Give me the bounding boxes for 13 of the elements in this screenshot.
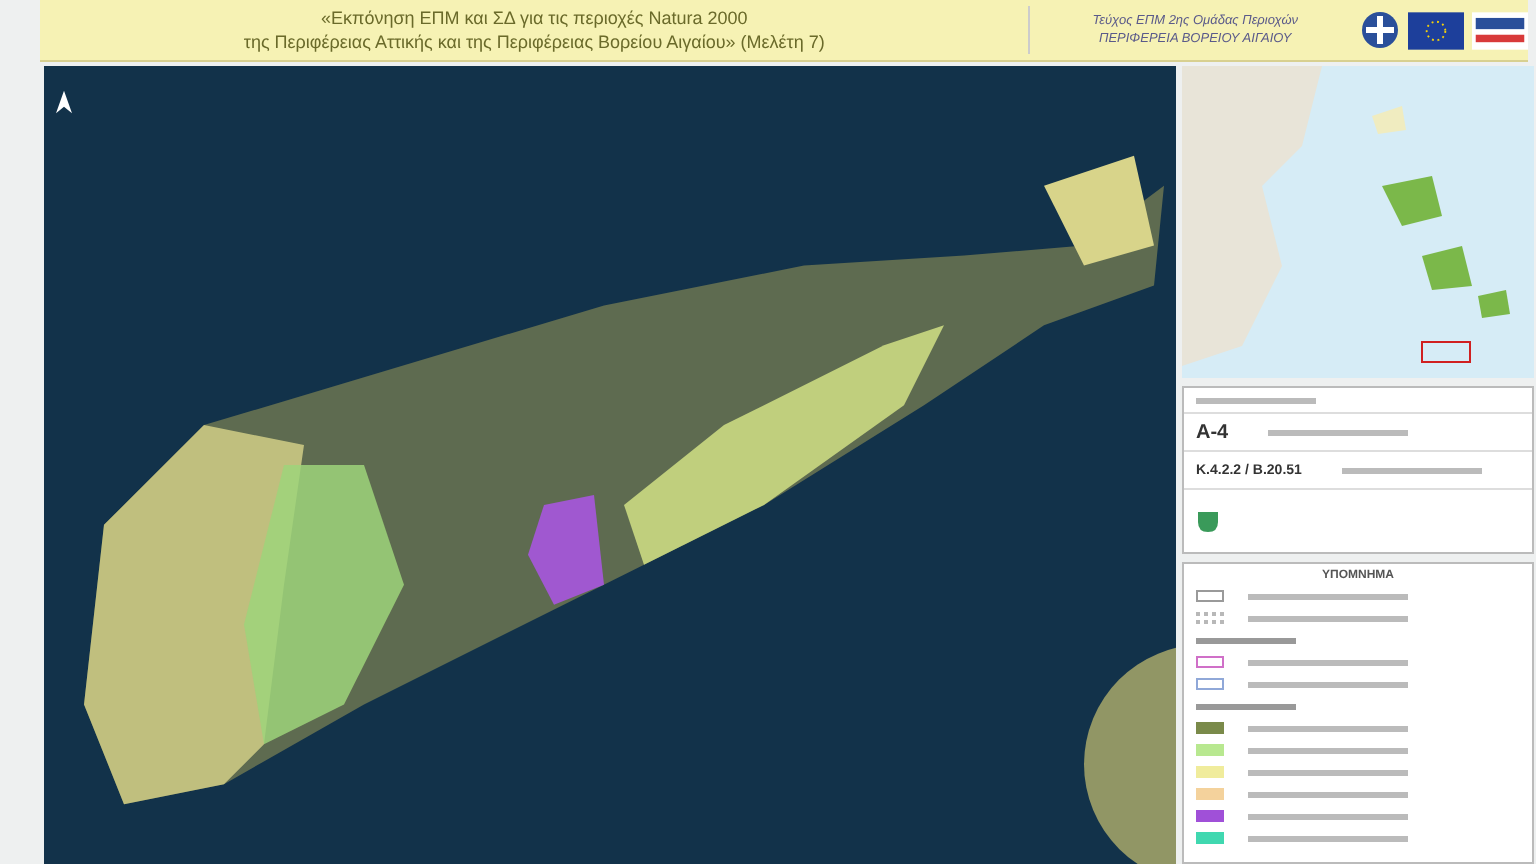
illegible-heading [1196,703,1296,709]
illegible-heading [1196,637,1296,643]
logo-icon [1472,11,1528,49]
illegible-text [1196,397,1316,403]
north-arrow-icon [56,90,72,114]
emblem-icon [1360,10,1400,50]
sheet-number: Α-4 [1196,421,1229,443]
flag-icon [1408,11,1464,49]
header-title: «Εκπόνηση ΕΠΜ και ΣΔ για τις περιοχές Natura 2000 [320,6,748,30]
shield-logo-icon [1196,509,1220,533]
illegible-text [1341,467,1482,473]
header-title: της Περιφέρειας Αττικής και της Περιφέρειας Βορείου Αιγαίου» (Μελέτη 7) [243,30,825,54]
illegible-text [1268,429,1409,435]
